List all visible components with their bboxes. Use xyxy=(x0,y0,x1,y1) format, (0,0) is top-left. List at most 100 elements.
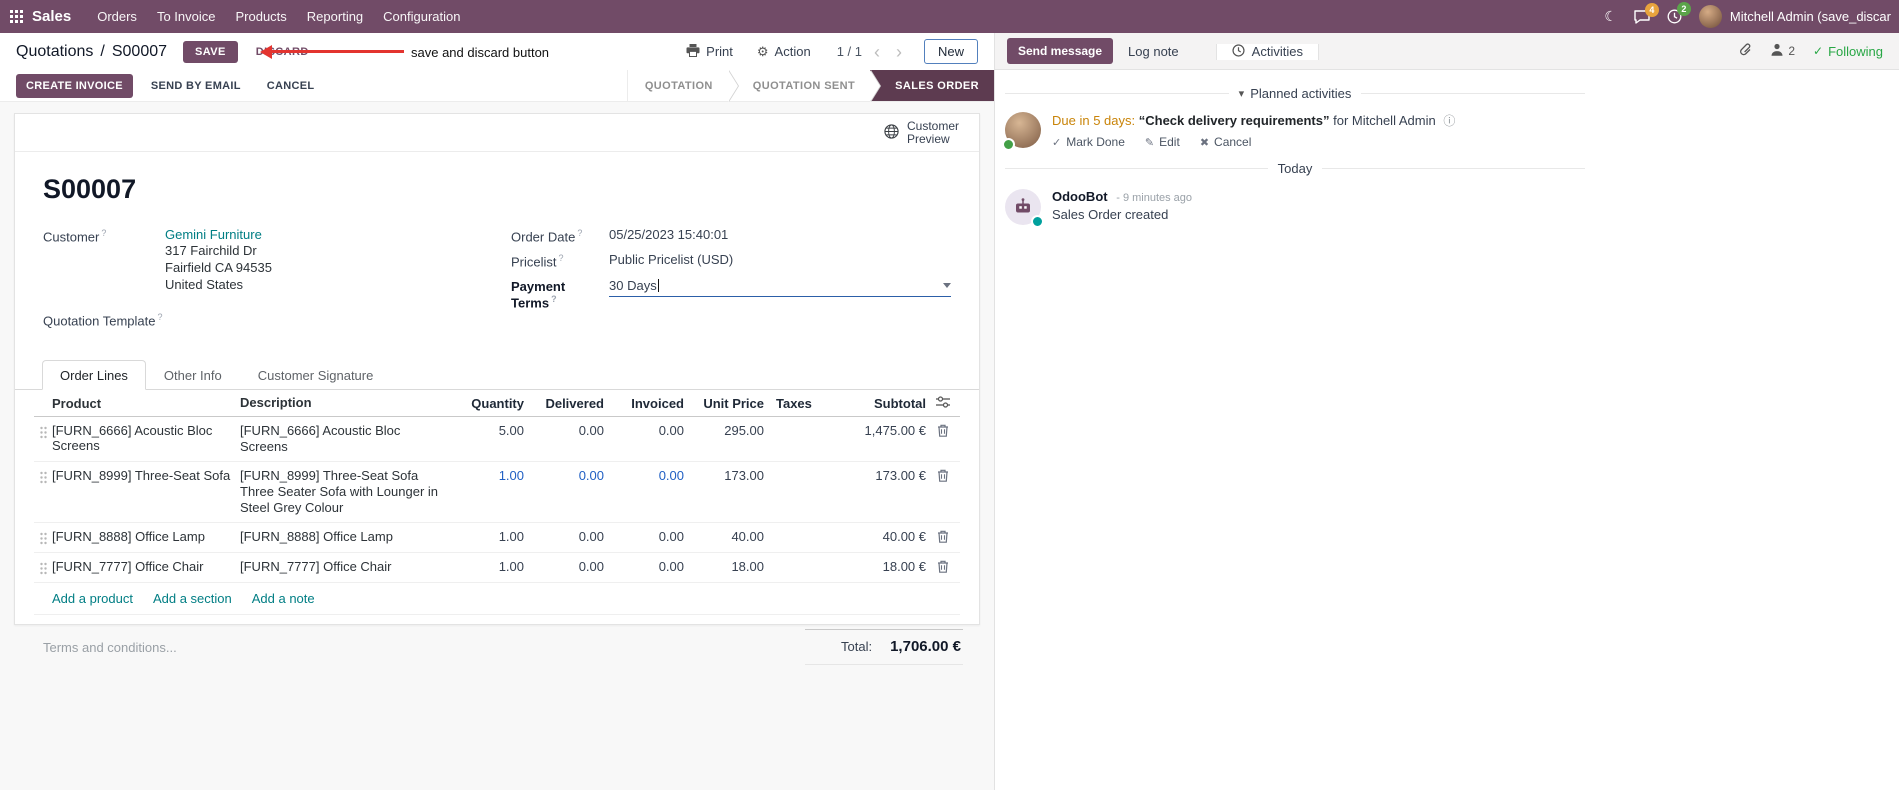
cell-description[interactable]: [FURN_8888] Office Lamp xyxy=(240,529,444,545)
cell-product[interactable]: [FURN_8888] Office Lamp xyxy=(52,529,240,544)
add-product-link[interactable]: Add a product xyxy=(52,591,133,606)
payment-terms-input[interactable]: 30 Days xyxy=(609,278,951,297)
messages-icon[interactable]: 4 xyxy=(1634,2,1659,24)
tab-customer-signature[interactable]: Customer Signature xyxy=(240,360,392,390)
pager-next-icon[interactable]: › xyxy=(892,43,906,61)
col-invoiced[interactable]: Invoiced xyxy=(604,396,684,411)
order-date-field[interactable]: 05/25/2023 15:40:01 xyxy=(609,227,728,242)
menu-configuration[interactable]: Configuration xyxy=(373,0,470,33)
drag-handle-icon[interactable] xyxy=(34,423,52,439)
order-line-row[interactable]: [FURN_7777] Office Chair [FURN_7777] Off… xyxy=(34,553,960,584)
cell-delivered[interactable]: 0.00 xyxy=(524,529,604,544)
apps-grid-icon[interactable] xyxy=(10,10,23,23)
activities-clock-icon[interactable]: 2 xyxy=(1667,2,1691,24)
printer-icon xyxy=(686,43,700,60)
app-name[interactable]: Sales xyxy=(32,8,71,25)
drag-handle-icon[interactable] xyxy=(34,559,52,575)
optional-columns-icon[interactable] xyxy=(936,396,950,411)
cell-invoiced[interactable]: 0.00 xyxy=(604,423,684,438)
cell-quantity[interactable]: 5.00 xyxy=(444,423,524,438)
tab-order-lines[interactable]: Order Lines xyxy=(42,360,146,391)
dark-mode-icon[interactable]: ☾ xyxy=(1604,8,1617,25)
cell-quantity[interactable]: 1.00 xyxy=(444,468,524,483)
stage-sales-order[interactable]: SALES ORDER xyxy=(870,70,994,101)
save-button[interactable]: SAVE xyxy=(183,40,238,63)
drag-handle-icon[interactable] xyxy=(34,468,52,484)
cell-description[interactable]: [FURN_8999] Three-Seat Sofa Three Seater… xyxy=(240,468,444,516)
print-button[interactable]: Print xyxy=(678,40,741,64)
planned-activities-header[interactable]: ▾ Planned activities xyxy=(1005,86,1585,101)
menu-to-invoice[interactable]: To Invoice xyxy=(147,0,226,33)
cancel-activity-button[interactable]: ✖ Cancel xyxy=(1200,135,1252,149)
order-line-row[interactable]: [FURN_6666] Acoustic Bloc Screens [FURN_… xyxy=(34,417,960,463)
col-delivered[interactable]: Delivered xyxy=(524,396,604,411)
menu-products[interactable]: Products xyxy=(225,0,296,33)
send-by-email-button[interactable]: SEND BY EMAIL xyxy=(143,74,249,98)
cell-description[interactable]: [FURN_7777] Office Chair xyxy=(240,559,444,575)
menu-reporting[interactable]: Reporting xyxy=(297,0,373,33)
cell-invoiced[interactable]: 0.00 xyxy=(604,529,684,544)
cell-unit-price[interactable]: 40.00 xyxy=(684,529,764,544)
cell-product[interactable]: [FURN_6666] Acoustic Bloc Screens xyxy=(52,423,240,453)
cell-unit-price[interactable]: 295.00 xyxy=(684,423,764,438)
delete-row-icon[interactable] xyxy=(937,530,949,546)
new-button[interactable]: New xyxy=(923,39,978,64)
col-quantity[interactable]: Quantity xyxy=(444,396,524,411)
delete-row-icon[interactable] xyxy=(937,469,949,485)
message-timestamp: - 9 minutes ago xyxy=(1116,192,1193,204)
cell-quantity[interactable]: 1.00 xyxy=(444,529,524,544)
col-product[interactable]: Product xyxy=(52,396,240,411)
action-button[interactable]: ⚙ Action xyxy=(749,40,819,64)
col-description[interactable]: Description xyxy=(240,395,444,411)
edit-activity-button[interactable]: ✎ Edit xyxy=(1145,135,1180,149)
cell-unit-price[interactable]: 18.00 xyxy=(684,559,764,574)
col-subtotal[interactable]: Subtotal xyxy=(834,396,926,411)
order-line-row[interactable]: [FURN_8999] Three-Seat Sofa [FURN_8999] … xyxy=(34,462,960,524)
order-line-row[interactable]: [FURN_8888] Office Lamp [FURN_8888] Offi… xyxy=(34,523,960,554)
help-marker: ? xyxy=(157,312,163,322)
drag-handle-icon[interactable] xyxy=(34,529,52,545)
stage-quotation[interactable]: QUOTATION xyxy=(626,70,728,101)
menu-orders[interactable]: Orders xyxy=(87,0,147,33)
dropdown-caret-icon[interactable] xyxy=(943,282,951,288)
cell-delivered[interactable]: 0.00 xyxy=(524,468,604,483)
add-note-link[interactable]: Add a note xyxy=(252,591,315,606)
notebook-tabs: Order Lines Other Info Customer Signatur… xyxy=(15,360,979,391)
followers-button[interactable]: 2 xyxy=(1770,43,1795,59)
cell-product[interactable]: [FURN_8999] Three-Seat Sofa xyxy=(52,468,240,483)
stage-quotation-sent[interactable]: QUOTATION SENT xyxy=(727,70,871,101)
cancel-button[interactable]: CANCEL xyxy=(259,74,323,98)
cell-subtotal: 1,475.00 € xyxy=(864,423,926,439)
user-menu[interactable]: Mitchell Admin (save_discar xyxy=(1698,5,1891,28)
cell-delivered[interactable]: 0.00 xyxy=(524,559,604,574)
cell-invoiced[interactable]: 0.00 xyxy=(604,468,684,483)
delete-row-icon[interactable] xyxy=(937,560,949,576)
attach-files-icon[interactable] xyxy=(1739,42,1752,60)
cell-description[interactable]: [FURN_6666] Acoustic Bloc Screens xyxy=(240,423,444,455)
tab-activities[interactable]: Activities xyxy=(1215,43,1319,60)
cell-quantity[interactable]: 1.00 xyxy=(444,559,524,574)
send-message-button[interactable]: Send message xyxy=(1007,38,1114,64)
cell-delivered[interactable]: 0.00 xyxy=(524,423,604,438)
cell-product[interactable]: [FURN_7777] Office Chair xyxy=(52,559,240,574)
breadcrumb-quotations[interactable]: Quotations xyxy=(16,43,93,61)
statusbar-row: CREATE INVOICE SEND BY EMAIL CANCEL QUOT… xyxy=(0,70,994,102)
customer-preview-button[interactable]: Customer Preview xyxy=(884,119,965,146)
terms-placeholder[interactable]: Terms and conditions... xyxy=(43,640,177,655)
following-button[interactable]: ✓ Following xyxy=(1813,44,1883,59)
add-section-link[interactable]: Add a section xyxy=(153,591,232,606)
pricelist-field[interactable]: Public Pricelist (USD) xyxy=(609,252,733,267)
cell-unit-price[interactable]: 173.00 xyxy=(684,468,764,483)
log-note-button[interactable]: Log note xyxy=(1117,38,1190,65)
pager-previous-icon[interactable]: ‹ xyxy=(870,43,884,61)
delete-row-icon[interactable] xyxy=(937,424,949,440)
col-unit-price[interactable]: Unit Price xyxy=(684,396,764,411)
cell-invoiced[interactable]: 0.00 xyxy=(604,559,684,574)
mark-done-button[interactable]: ✓ Mark Done xyxy=(1052,135,1125,149)
col-taxes[interactable]: Taxes xyxy=(764,396,834,411)
info-icon[interactable]: ⓘ xyxy=(1443,114,1455,128)
message-author[interactable]: OdooBot xyxy=(1052,189,1108,204)
customer-link[interactable]: Gemini Furniture xyxy=(165,227,262,242)
create-invoice-button[interactable]: CREATE INVOICE xyxy=(16,73,133,98)
tab-other-info[interactable]: Other Info xyxy=(146,360,240,390)
